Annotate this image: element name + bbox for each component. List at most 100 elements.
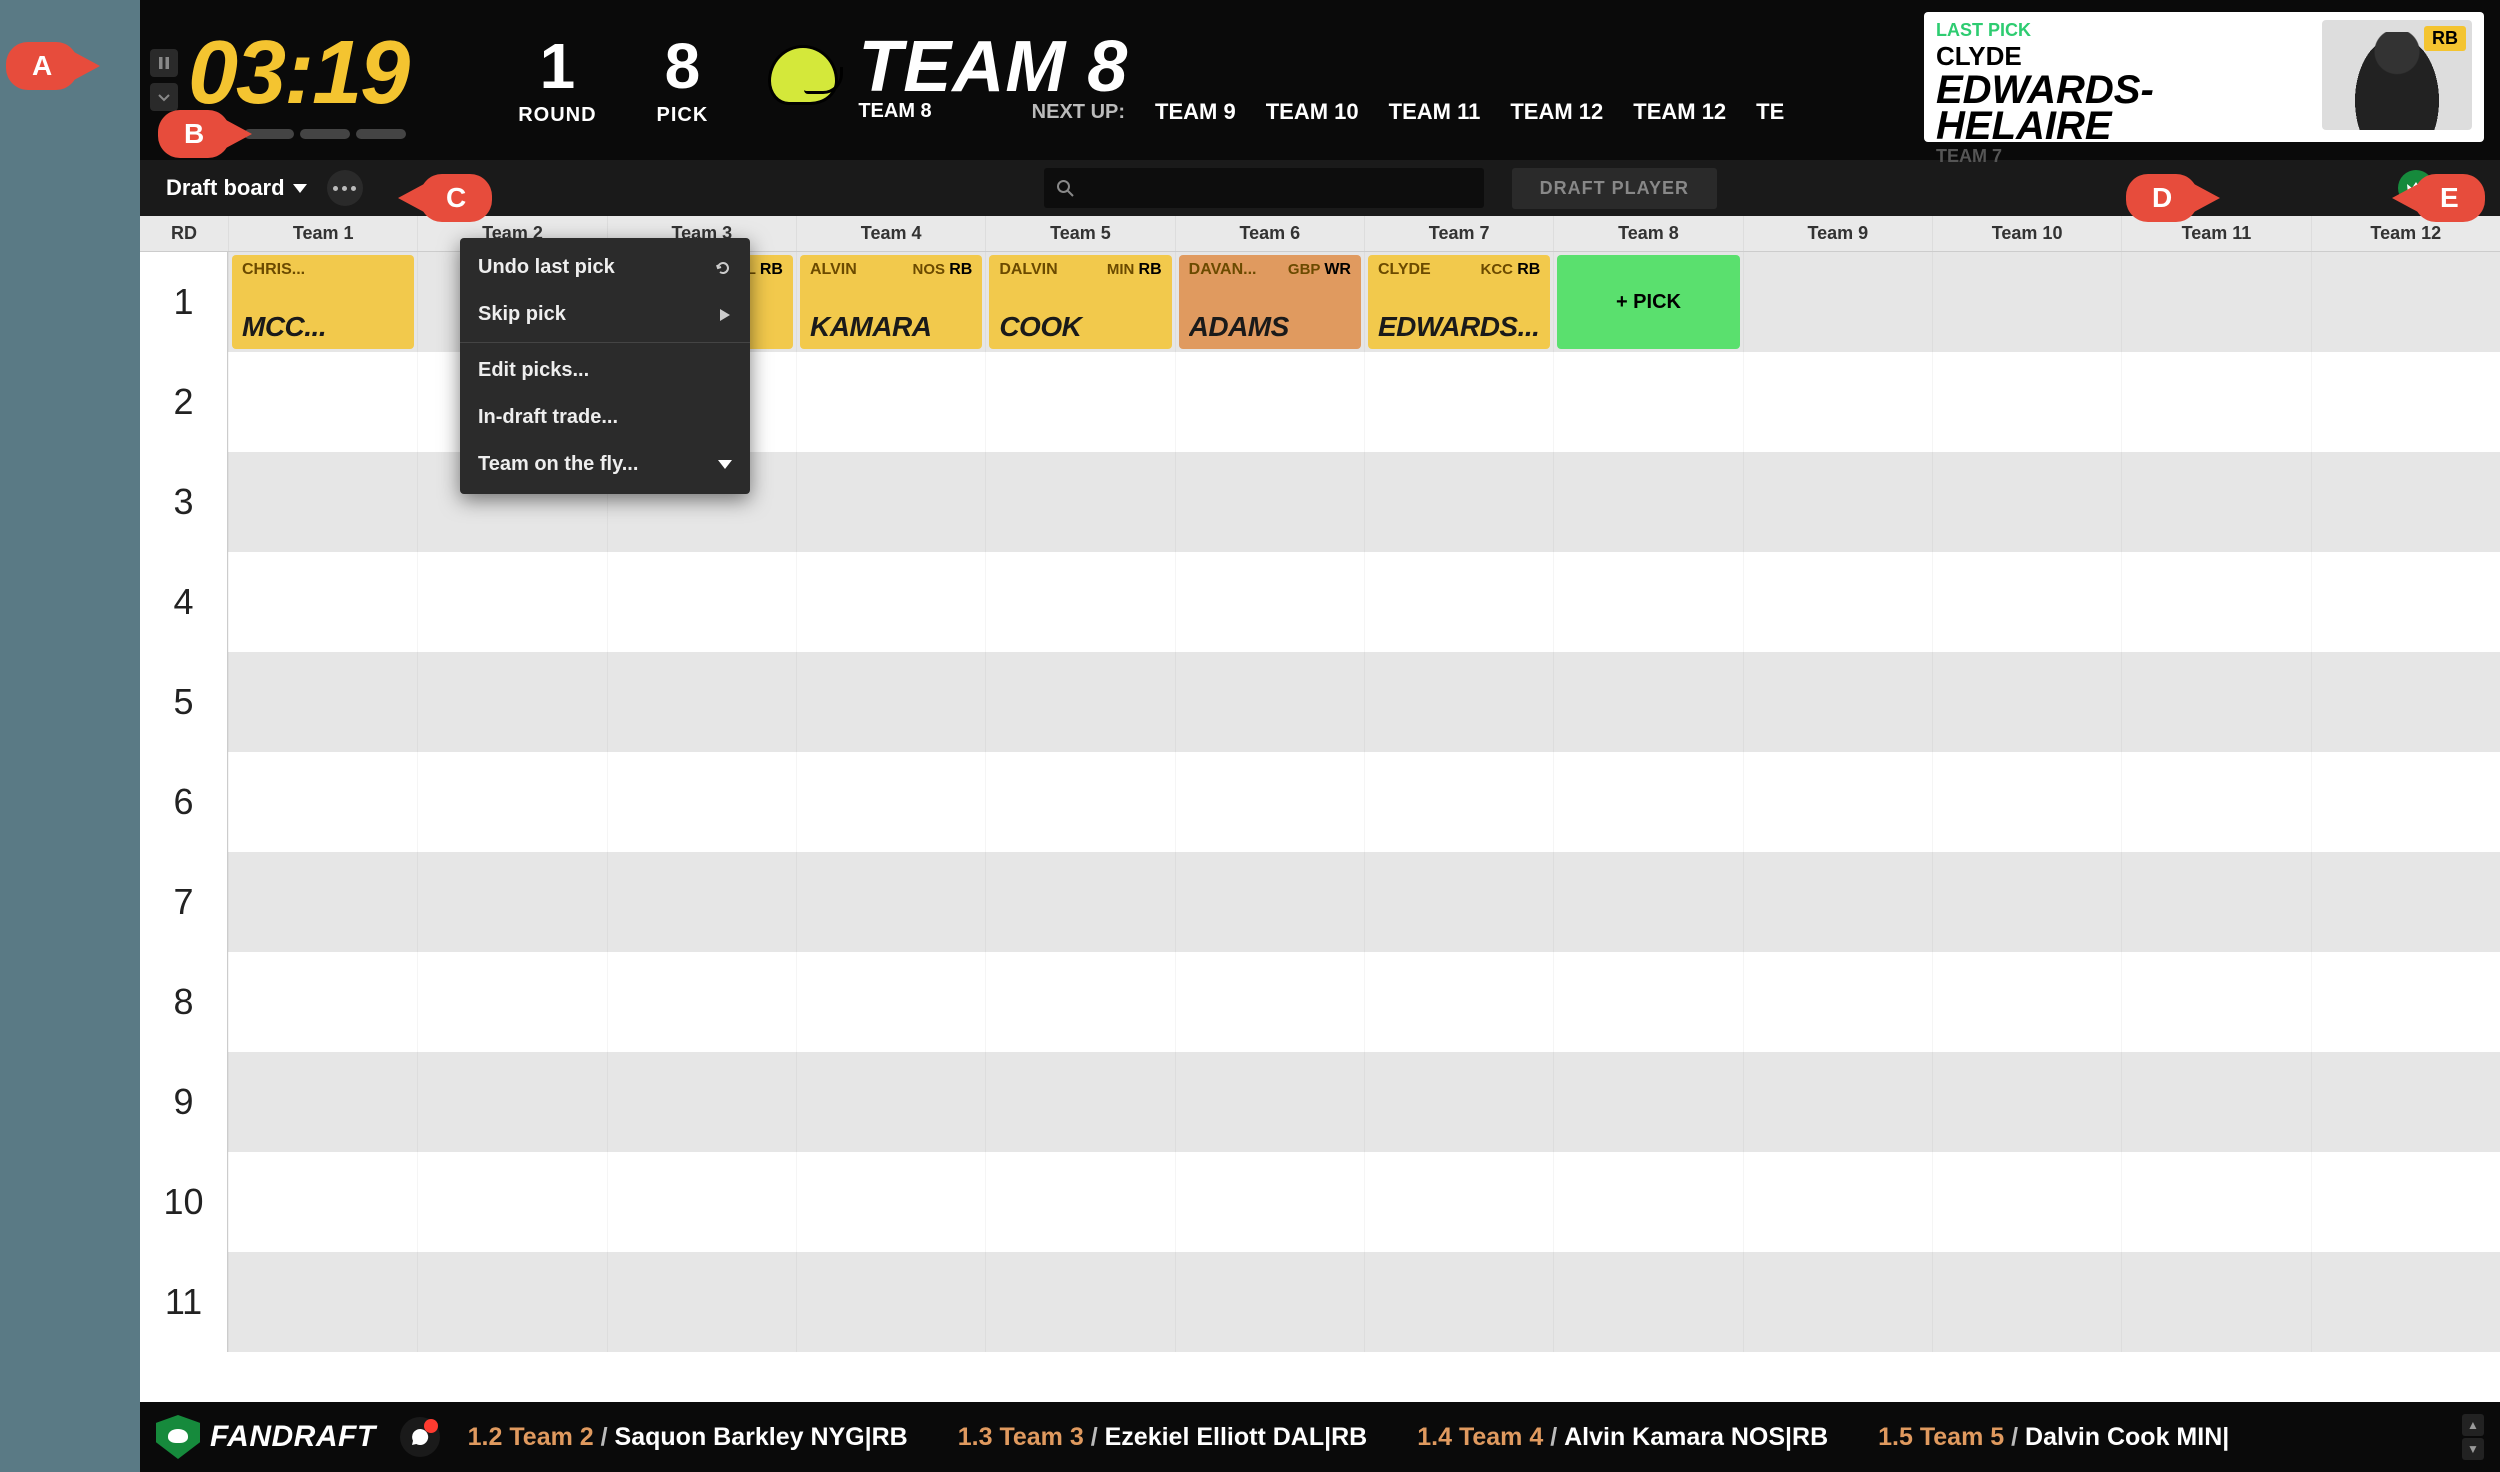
board-cell[interactable] — [228, 452, 417, 552]
board-cell[interactable] — [2121, 752, 2310, 852]
board-cell[interactable] — [1553, 852, 1742, 952]
board-cell[interactable] — [417, 952, 606, 1052]
board-cell[interactable] — [1553, 352, 1742, 452]
board-cell[interactable] — [796, 1252, 985, 1352]
menu-skip-pick[interactable]: Skip pick — [460, 291, 750, 338]
board-cell[interactable] — [1743, 1152, 1932, 1252]
board-cell[interactable] — [1932, 452, 2121, 552]
board-cell[interactable] — [1932, 852, 2121, 952]
board-cell[interactable] — [2311, 852, 2500, 952]
draft-player-button[interactable]: DRAFT PLAYER — [1512, 168, 1717, 209]
board-cell[interactable] — [228, 552, 417, 652]
player-pick-card[interactable]: DAVAN...GBP WRADAMS — [1179, 255, 1361, 349]
board-cell[interactable] — [2121, 352, 2310, 452]
board-cell[interactable] — [985, 752, 1174, 852]
board-cell[interactable] — [417, 552, 606, 652]
board-cell[interactable] — [1743, 552, 1932, 652]
board-cell[interactable] — [1743, 352, 1932, 452]
board-cell[interactable] — [2311, 752, 2500, 852]
board-cell[interactable] — [1364, 1052, 1553, 1152]
board-cell[interactable] — [1743, 752, 1932, 852]
board-cell[interactable] — [1553, 652, 1742, 752]
board-cell[interactable] — [985, 952, 1174, 1052]
menu-undo-last-pick[interactable]: Undo last pick — [460, 244, 750, 291]
board-cell[interactable] — [2311, 452, 2500, 552]
board-cell[interactable] — [228, 752, 417, 852]
board-cell[interactable] — [796, 652, 985, 752]
board-cell[interactable] — [1743, 952, 1932, 1052]
board-cell[interactable] — [2311, 1252, 2500, 1352]
player-search[interactable] — [1044, 168, 1484, 208]
board-cell[interactable] — [1175, 452, 1364, 552]
board-cell[interactable] — [1743, 1052, 1932, 1152]
board-cell[interactable] — [1932, 252, 2121, 352]
board-cell[interactable] — [1932, 1052, 2121, 1152]
board-cell[interactable] — [1364, 552, 1553, 652]
board-cell[interactable]: DAVAN...GBP WRADAMS — [1175, 252, 1364, 352]
pause-button[interactable] — [150, 49, 178, 77]
board-cell[interactable] — [796, 1052, 985, 1152]
board-cell[interactable] — [228, 852, 417, 952]
board-cell[interactable] — [1743, 652, 1932, 752]
player-pick-card[interactable]: ALVINNOS RBKAMARA — [800, 255, 982, 349]
search-input[interactable] — [1084, 178, 1472, 199]
board-cell[interactable] — [1553, 952, 1742, 1052]
board-cell[interactable] — [2311, 352, 2500, 452]
board-cell[interactable] — [985, 352, 1174, 452]
board-cell[interactable] — [985, 452, 1174, 552]
player-pick-card[interactable]: CHRIS... MCC... — [232, 255, 414, 349]
board-cell[interactable] — [2121, 1052, 2310, 1152]
board-cell[interactable] — [1175, 852, 1364, 952]
menu-team-on-the-fly[interactable]: Team on the fly... — [460, 441, 750, 488]
board-cell[interactable] — [1364, 752, 1553, 852]
board-cell[interactable] — [1932, 1152, 2121, 1252]
board-cell[interactable] — [1175, 1252, 1364, 1352]
board-cell[interactable] — [2121, 852, 2310, 952]
board-cell[interactable] — [2311, 1152, 2500, 1252]
board-cell[interactable] — [1175, 752, 1364, 852]
board-cell[interactable] — [607, 752, 796, 852]
board-cell[interactable] — [1364, 952, 1553, 1052]
board-cell[interactable] — [796, 1152, 985, 1252]
menu-edit-picks[interactable]: Edit picks... — [460, 347, 750, 394]
board-cell[interactable] — [607, 552, 796, 652]
menu-in-draft-trade[interactable]: In-draft trade... — [460, 394, 750, 441]
board-cell[interactable] — [1175, 552, 1364, 652]
board-cell[interactable]: ALVINNOS RBKAMARA — [796, 252, 985, 352]
board-cell[interactable] — [1743, 852, 1932, 952]
board-cell[interactable] — [1175, 952, 1364, 1052]
board-cell[interactable] — [1743, 1252, 1932, 1352]
board-cell[interactable] — [1553, 1052, 1742, 1152]
board-cell[interactable] — [1932, 652, 2121, 752]
board-cell[interactable] — [985, 852, 1174, 952]
board-cell[interactable] — [607, 1252, 796, 1352]
player-pick-card[interactable]: DALVINMIN RBCOOK — [989, 255, 1171, 349]
board-cell[interactable] — [607, 852, 796, 952]
board-cell[interactable]: CHRIS... MCC... — [228, 252, 417, 352]
board-cell[interactable] — [796, 852, 985, 952]
board-cell[interactable] — [1743, 452, 1932, 552]
ticker-up-button[interactable]: ▲ — [2462, 1414, 2484, 1436]
board-cell[interactable] — [1932, 752, 2121, 852]
board-cell[interactable]: + PICK — [1553, 252, 1742, 352]
board-cell[interactable] — [2121, 552, 2310, 652]
board-cell[interactable] — [417, 752, 606, 852]
board-cell[interactable] — [796, 752, 985, 852]
board-cell[interactable] — [2121, 252, 2310, 352]
board-cell[interactable] — [1364, 352, 1553, 452]
board-cell[interactable] — [228, 1152, 417, 1252]
board-cell[interactable] — [796, 552, 985, 652]
board-cell[interactable] — [1364, 652, 1553, 752]
board-cell[interactable] — [607, 952, 796, 1052]
board-cell[interactable]: DALVINMIN RBCOOK — [985, 252, 1174, 352]
board-cell[interactable]: CLYDEKCC RBEDWARDS... — [1364, 252, 1553, 352]
board-cell[interactable] — [228, 1252, 417, 1352]
board-cell[interactable] — [796, 452, 985, 552]
confirm-button[interactable] — [150, 83, 178, 111]
board-cell[interactable] — [2121, 952, 2310, 1052]
board-cell[interactable] — [985, 652, 1174, 752]
player-pick-card[interactable]: CLYDEKCC RBEDWARDS... — [1368, 255, 1550, 349]
board-cell[interactable] — [417, 1052, 606, 1152]
board-cell[interactable] — [2121, 1252, 2310, 1352]
board-cell[interactable] — [1364, 1152, 1553, 1252]
